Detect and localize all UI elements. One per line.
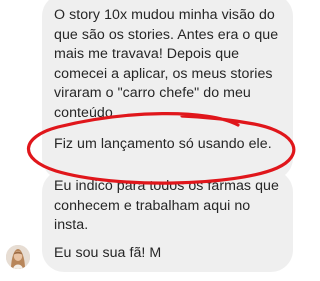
message-text-2-highlighted: Fiz um lançamento só usando ele. [54,136,272,152]
dm-conversation: O story 10x mudou minha visão do que são… [0,0,304,281]
contact-avatar[interactable] [6,245,30,269]
message-text-3: Eu indico para todos os farmas que conhe… [54,178,279,233]
avatar-photo-icon [6,245,30,269]
message-text-4: Eu sou sua fã! M [54,245,162,261]
message-text-1: O story 10x mudou minha visão do que são… [54,7,279,121]
